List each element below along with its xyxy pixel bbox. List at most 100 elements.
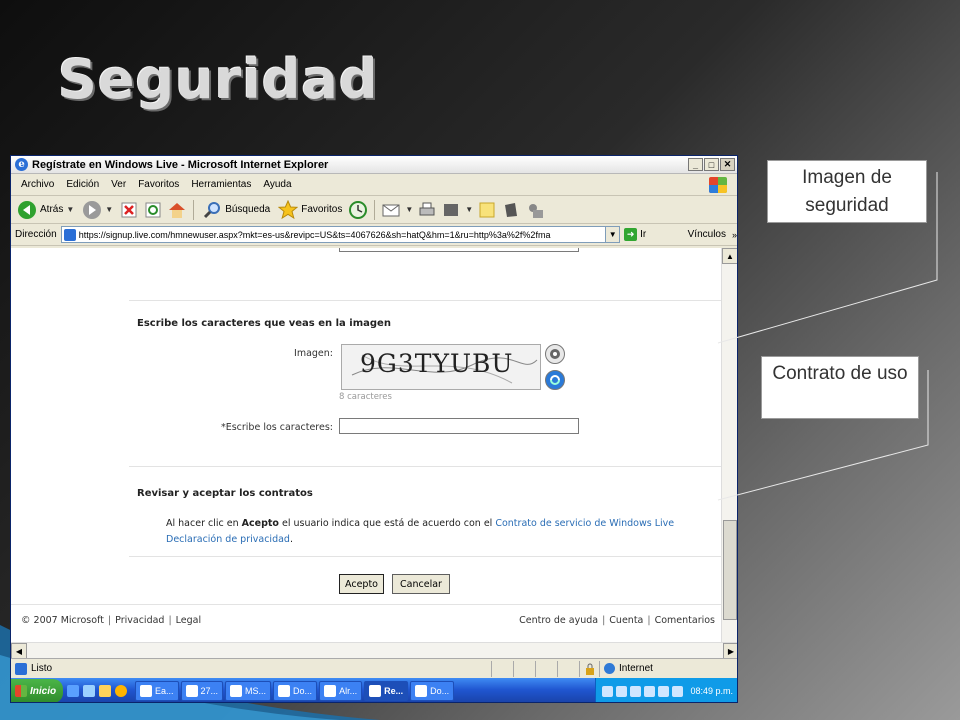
contracts-section-title: Revisar y aceptar los contratos — [137, 488, 313, 499]
back-dropdown-icon[interactable]: ▼ — [66, 205, 74, 214]
chevron-right-icon[interactable]: » — [732, 230, 737, 240]
task-button-4[interactable]: Do... — [273, 681, 318, 701]
menu-archivo[interactable]: Archivo — [15, 179, 60, 190]
menu-herramientas[interactable]: Herramientas — [185, 179, 257, 190]
quicklaunch-smiley-icon[interactable] — [115, 685, 127, 697]
forward-button[interactable]: ▼ — [80, 200, 115, 220]
tray-icon[interactable] — [616, 685, 628, 697]
top-input-remnant — [339, 248, 579, 252]
slide-title: Seguridad — [58, 48, 379, 111]
stop-icon[interactable] — [119, 200, 139, 220]
accept-button[interactable]: Acepto — [339, 574, 384, 594]
cancel-button[interactable]: Cancelar — [392, 574, 450, 594]
mail-dropdown-icon[interactable]: ▼ — [405, 205, 413, 214]
task-button-2[interactable]: 27... — [180, 681, 224, 701]
start-button[interactable]: Inicio — [11, 679, 63, 702]
app-icon — [140, 685, 152, 697]
lock-icon — [579, 660, 599, 677]
edit-icon[interactable] — [441, 200, 461, 220]
quicklaunch-ie-icon[interactable] — [67, 685, 79, 697]
windows-logo-icon — [709, 177, 727, 193]
task-button-5[interactable]: Alr... — [319, 681, 363, 701]
app-icon — [324, 685, 337, 697]
print-icon[interactable] — [417, 200, 437, 220]
tray-icon[interactable] — [658, 685, 670, 697]
back-arrow-icon — [17, 200, 37, 220]
scroll-thumb[interactable] — [723, 520, 737, 620]
maximize-button[interactable]: □ — [704, 158, 719, 171]
address-label: Dirección — [15, 229, 57, 240]
note-icon[interactable] — [477, 200, 497, 220]
edit-dropdown-icon[interactable]: ▼ — [465, 205, 473, 214]
go-label: Ir — [640, 229, 647, 240]
tray-icon[interactable] — [672, 685, 684, 697]
forward-arrow-icon — [82, 200, 102, 220]
tray-icon[interactable] — [644, 685, 656, 697]
forward-dropdown-icon[interactable]: ▼ — [105, 205, 113, 214]
page-icon — [63, 228, 76, 241]
horizontal-scrollbar[interactable]: ◀ ▶ — [11, 642, 737, 659]
search-icon — [202, 200, 222, 220]
tray-icon[interactable] — [630, 685, 642, 697]
captcha-input[interactable] — [339, 418, 579, 434]
page-content: Escribe los caracteres que veas en la im… — [11, 248, 721, 658]
task-button-3[interactable]: MS... — [225, 681, 272, 701]
address-input[interactable]: https://signup.live.com/hmnewuser.aspx?m… — [60, 226, 621, 243]
research-icon[interactable] — [501, 200, 521, 220]
account-link[interactable]: Cuenta — [609, 615, 643, 626]
quicklaunch-desktop-icon[interactable] — [83, 685, 95, 697]
menu-ver[interactable]: Ver — [105, 179, 132, 190]
service-contract-link[interactable]: Contrato de servicio de Windows Live — [495, 518, 674, 529]
refresh-captcha-button[interactable] — [545, 370, 565, 390]
task-button-7[interactable]: Do... — [410, 681, 455, 701]
minimize-button[interactable]: _ — [688, 158, 703, 171]
scroll-up-icon[interactable]: ▲ — [722, 248, 737, 264]
page-status-icon — [15, 662, 27, 675]
system-tray: 08:49 p.m. — [595, 678, 737, 702]
legal-link[interactable]: Legal — [176, 615, 201, 626]
internet-zone-icon — [604, 663, 615, 674]
task-button-1[interactable]: Ea... — [135, 681, 179, 701]
close-button[interactable]: ✕ — [720, 158, 735, 171]
help-center-link[interactable]: Centro de ayuda — [519, 615, 598, 626]
menu-favoritos[interactable]: Favoritos — [132, 179, 185, 190]
tray-icon[interactable] — [602, 685, 614, 697]
go-button[interactable]: ➜ Ir — [624, 228, 677, 241]
browser-window: e Regístrate en Windows Live - Microsoft… — [10, 155, 738, 703]
home-icon[interactable] — [167, 200, 187, 220]
menu-edicion[interactable]: Edición — [60, 179, 105, 190]
scroll-right-icon[interactable]: ▶ — [723, 643, 737, 659]
search-button[interactable]: Búsqueda — [200, 200, 272, 220]
clock: 08:49 p.m. — [690, 686, 733, 696]
back-button[interactable]: Atrás ▼ — [15, 200, 76, 220]
app-icon — [369, 685, 382, 697]
page-footer: © 2007 Microsoft | Privacidad | Legal Centro… — [11, 604, 721, 634]
privacy-statement-link[interactable]: Declaración de privacidad — [166, 534, 290, 545]
address-bar: Dirección https://signup.live.com/hmnewu… — [11, 224, 737, 246]
mail-icon[interactable] — [381, 200, 401, 220]
image-label: Imagen: — [294, 348, 333, 359]
messenger-icon[interactable] — [525, 200, 545, 220]
comments-link[interactable]: Comentarios — [655, 615, 715, 626]
accept-word: Acepto — [241, 518, 279, 529]
refresh-icon[interactable] — [143, 200, 163, 220]
vertical-scrollbar[interactable]: ▲ — [721, 248, 737, 642]
scroll-left-icon[interactable]: ◀ — [11, 643, 27, 659]
captcha-hint: 8 caracteres — [339, 392, 392, 402]
task-button-6[interactable]: Re... — [364, 681, 409, 701]
address-dropdown-icon[interactable]: ▼ — [605, 227, 620, 242]
app-icon — [278, 685, 291, 697]
menu-ayuda[interactable]: Ayuda — [257, 179, 297, 190]
links-label[interactable]: Vínculos — [688, 229, 726, 240]
characters-label: *Escribe los caracteres: — [220, 422, 333, 433]
app-icon — [185, 685, 198, 697]
history-icon[interactable] — [348, 200, 368, 220]
address-url: https://signup.live.com/hmnewuser.aspx?m… — [78, 229, 551, 240]
audio-captcha-button[interactable] — [545, 344, 565, 364]
app-icon — [230, 685, 243, 697]
status-bar: Listo Internet — [11, 658, 737, 678]
favorites-label: Favoritos — [301, 204, 343, 215]
favorites-button[interactable]: Favoritos — [276, 199, 344, 220]
quicklaunch-messenger-icon[interactable] — [99, 685, 111, 697]
privacy-link[interactable]: Privacidad — [115, 615, 164, 626]
